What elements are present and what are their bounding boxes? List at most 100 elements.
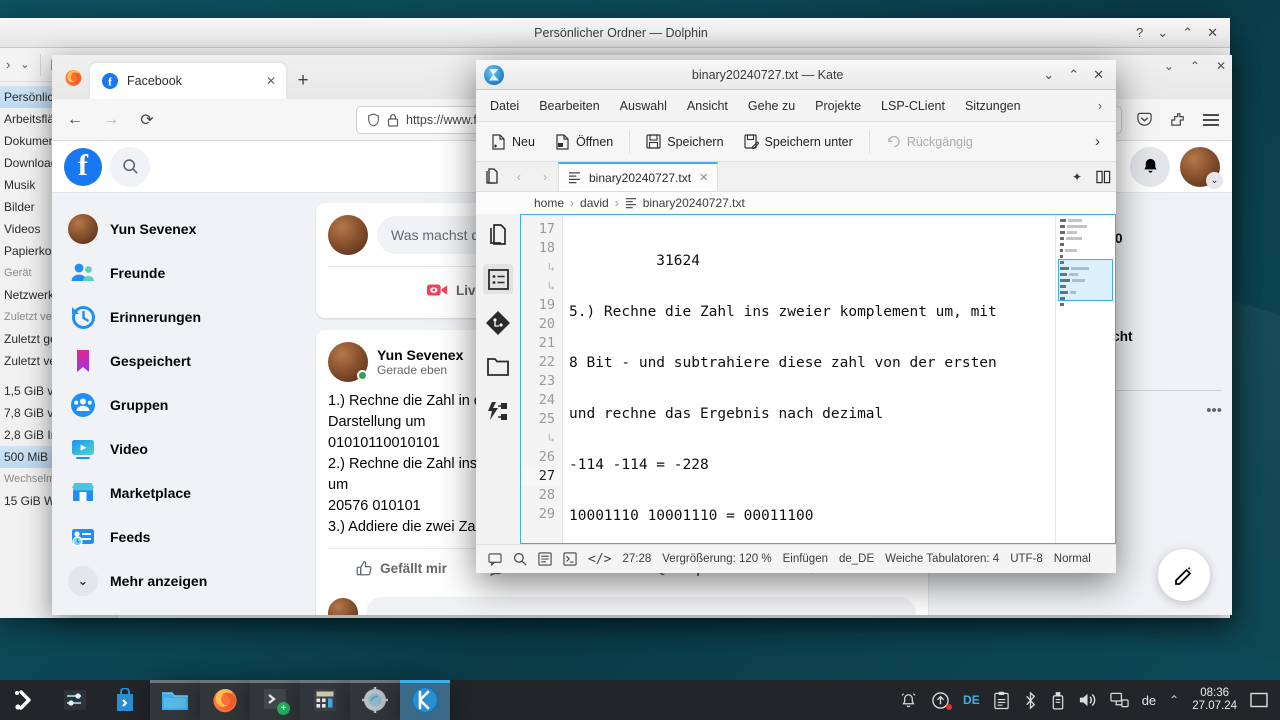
sidebar-item-marketplace[interactable]: Marketplace [60, 471, 294, 515]
discover-icon[interactable] [100, 680, 150, 720]
keyboard-layout-indicator[interactable]: DE [963, 693, 980, 707]
bell-icon[interactable] [1130, 147, 1170, 187]
sidebar-item-video[interactable]: Video [60, 427, 294, 471]
pin-icon[interactable]: ✦ [1064, 162, 1090, 191]
chevron-down-icon[interactable]: ⌄ [20, 58, 29, 71]
insert-mode[interactable]: Einfügen [783, 553, 828, 565]
help-icon[interactable]: ? [1136, 26, 1143, 39]
breadcrumb[interactable]: home › david › binary20240727.txt [476, 192, 1116, 214]
hamburger-menu-icon[interactable] [1202, 112, 1220, 128]
kate-titlebar[interactable]: binary20240727.txt — Kate ⌄ ⌃ ✕ [476, 60, 1116, 90]
reload-icon[interactable]: ⟳ [136, 109, 158, 131]
kate-toolbar[interactable]: Neu Öffnen Speichern Speichern unter [476, 122, 1116, 162]
breadcrumb-home[interactable]: home [534, 196, 564, 210]
forward-icon[interactable]: → [100, 109, 122, 131]
firefox-toolbar-right[interactable] [1136, 111, 1220, 128]
kate-statusbar[interactable]: </> 27:28 Vergrößerung: 120 % Einfügen d… [476, 544, 1116, 573]
menu-gehe-zu[interactable]: Gehe zu [738, 94, 805, 118]
sidebar-item-show-more[interactable]: ⌄ Mehr anzeigen [60, 559, 294, 603]
tab-close-icon[interactable]: ✕ [699, 171, 708, 184]
sidebar-item-profile[interactable]: Yun Sevenex [60, 207, 294, 251]
browser-tab-facebook[interactable]: f Facebook ✕ [90, 63, 286, 99]
lsp-symbols-icon[interactable] [483, 396, 513, 426]
kate-window-buttons[interactable]: ⌄ ⌃ ✕ [1031, 68, 1116, 81]
maximize-icon[interactable]: ⌃ [1068, 68, 1079, 81]
dolphin-window-buttons[interactable]: ? ⌄ ⌃ ✕ [1124, 26, 1230, 39]
git-icon[interactable] [483, 308, 513, 338]
kate-tabbar[interactable]: ‹ › binary20240727.txt ✕ ✦ [476, 162, 1116, 192]
post-author[interactable]: Yun Sevenex [377, 347, 463, 363]
code-line[interactable]: und rechne das Ergebnis nach dezimal [569, 405, 1055, 424]
kate-menubar[interactable]: Datei Bearbeiten Auswahl Ansicht Gehe zu… [476, 90, 1116, 122]
save-button[interactable]: Speichern [637, 128, 732, 156]
facebook-left-sidebar[interactable]: Yun Sevenex Freunde Erinnerungen [52, 193, 302, 615]
menu-bearbeiten[interactable]: Bearbeiten [529, 94, 609, 118]
code-line[interactable]: 8 Bit - und subtrahiere diese zahl von d… [569, 354, 1055, 373]
minimize-icon[interactable]: ⌄ [1043, 68, 1054, 81]
more-options-icon[interactable]: ••• [1206, 402, 1222, 419]
split-view-icon[interactable] [1090, 162, 1116, 191]
system-tray[interactable]: DE de ⌃ 08:36 27.07.24 [899, 687, 1280, 713]
taskbar-window-firefox[interactable] [200, 680, 250, 720]
filesystem-icon[interactable] [483, 352, 513, 382]
taskbar-window-calculator[interactable] [300, 680, 350, 720]
output-icon[interactable] [538, 552, 552, 566]
menu-lsp-client[interactable]: LSP-CLient [871, 94, 955, 118]
menu-overflow-icon[interactable]: › [1088, 99, 1112, 113]
updates-icon[interactable] [931, 691, 950, 710]
search-icon[interactable] [110, 147, 150, 187]
show-desktop-button[interactable] [1250, 692, 1268, 708]
breadcrumb-filename[interactable]: binary20240727.txt [643, 196, 745, 210]
sidebar-item-memories[interactable]: Erinnerungen [60, 295, 294, 339]
like-button[interactable]: Gefällt mir [328, 549, 475, 587]
open-file-button[interactable]: Öffnen [546, 128, 622, 156]
network-icon[interactable] [1110, 691, 1129, 709]
kate-window[interactable]: binary20240727.txt — Kate ⌄ ⌃ ✕ Datei Be… [476, 60, 1116, 573]
settings-icon[interactable] [50, 680, 100, 720]
maximize-icon[interactable]: ⌃ [1190, 59, 1200, 73]
notifications-icon[interactable] [899, 691, 918, 710]
code-area[interactable]: 31624 5.) Rechne die Zahl ins zweier kom… [563, 215, 1055, 543]
highlight-mode[interactable]: Normal [1054, 553, 1091, 565]
konsole-icon[interactable] [563, 552, 577, 566]
taskbar-window-system-settings[interactable] [350, 680, 400, 720]
pocket-icon[interactable] [1136, 111, 1153, 128]
usb-icon[interactable] [1051, 691, 1065, 710]
editor-minimap[interactable] [1055, 215, 1115, 543]
compose-fab-button[interactable] [1158, 549, 1210, 601]
taskbar[interactable]: + DE de ⌃ 0 [0, 680, 1280, 720]
volume-icon[interactable] [1078, 691, 1097, 709]
sidebar-item-feeds[interactable]: Feeds [60, 515, 294, 559]
comment-input[interactable] [366, 597, 916, 615]
encoding[interactable]: UTF-8 [1010, 553, 1043, 565]
toolbar-overflow-icon[interactable]: › [1085, 133, 1110, 150]
chevron-down-icon[interactable]: ⌄ [1206, 172, 1223, 189]
zoom-level[interactable]: Vergrößerung: 120 % [662, 553, 771, 565]
code-line[interactable]: -114 -114 = -228 [569, 456, 1055, 475]
taskbar-window-kate[interactable] [400, 680, 450, 720]
facebook-logo-icon[interactable] [64, 148, 102, 186]
minimize-icon[interactable]: ⌄ [1164, 59, 1174, 73]
prev-tab-icon[interactable]: ‹ [506, 162, 532, 191]
code-line[interactable]: 10001110 10001110 = 00011100 [569, 507, 1055, 526]
post-avatar[interactable] [328, 342, 368, 382]
breadcrumb-user[interactable]: david [580, 196, 609, 210]
taskbar-window-dolphin[interactable] [150, 680, 200, 720]
editor-tab[interactable]: binary20240727.txt ✕ [558, 162, 718, 191]
close-icon[interactable]: ✕ [1093, 68, 1104, 81]
documents-icon[interactable] [480, 162, 506, 191]
next-tab-icon[interactable]: › [532, 162, 558, 191]
shield-icon[interactable] [367, 113, 380, 127]
close-icon[interactable]: ✕ [1216, 59, 1226, 73]
back-icon[interactable]: ← [64, 109, 86, 131]
maximize-icon[interactable]: ⌃ [1182, 26, 1193, 39]
locale-indicator[interactable]: de_DE [839, 553, 874, 565]
kde-menu-icon[interactable] [0, 680, 50, 720]
firefox-window-buttons[interactable]: ⌄ ⌃ ✕ [1164, 59, 1226, 73]
outline-icon[interactable] [483, 264, 513, 294]
save-as-button[interactable]: Speichern unter [735, 128, 862, 156]
terminal-panel-icon[interactable] [488, 553, 502, 566]
extension-icon[interactable] [1169, 111, 1186, 128]
sidebar-item-friends[interactable]: Freunde [60, 251, 294, 295]
code-line[interactable]: 31624 [569, 252, 1055, 271]
